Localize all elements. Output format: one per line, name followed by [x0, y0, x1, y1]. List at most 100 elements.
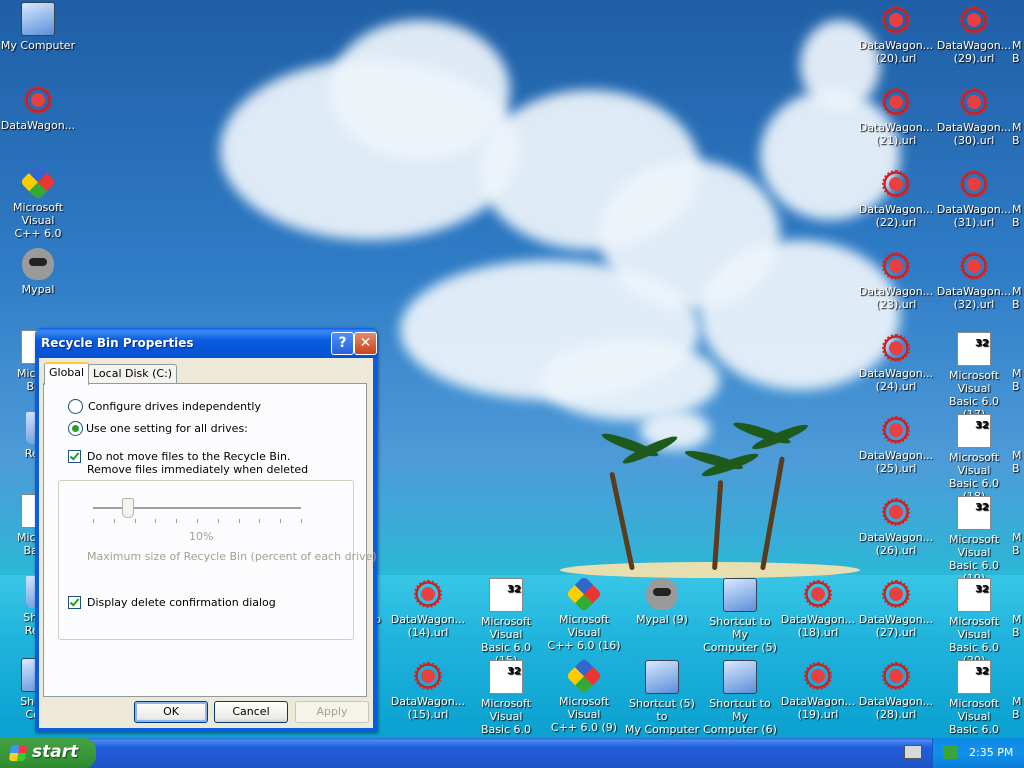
desktop-icon[interactable]: Mypal: [0, 248, 76, 296]
desktop-icon[interactable]: DataWagon... (24).url: [858, 332, 934, 393]
desktop-icon-partial[interactable]: M B: [1012, 121, 1024, 147]
recycle-bin-properties-dialog: Recycle Bin Properties ? ✕ Global Local …: [35, 328, 377, 732]
desktop-icon[interactable]: DataWagon... (15).url: [390, 660, 466, 721]
clock[interactable]: 2:35 PM: [969, 746, 1013, 759]
desktop-icon[interactable]: Microsoft Visual C++ 6.0: [0, 163, 76, 240]
desktop-icon[interactable]: DataWagon... (26).url: [858, 496, 934, 557]
desktop-icon[interactable]: DataWagon... (14).url: [390, 578, 466, 639]
desktop-icon-partial[interactable]: M B: [1012, 613, 1024, 639]
keyboard-language-icon[interactable]: [904, 745, 922, 759]
tab-global[interactable]: Global: [44, 362, 90, 385]
desktop-icon-partial[interactable]: M B: [1012, 285, 1024, 311]
desktop-icon[interactable]: DataWagon... (21).url: [858, 86, 934, 147]
start-button[interactable]: start: [0, 738, 96, 768]
desktop-icon[interactable]: DataWagon... (25).url: [858, 414, 934, 475]
desktop-icon-label: DataWagon... (28).url: [858, 695, 934, 721]
desktop-icon[interactable]: Microsoft Visual Basic 6.0 (20): [936, 578, 1012, 667]
desktop-icon[interactable]: DataWagon... (18).url: [780, 578, 856, 639]
slider-tick: [93, 519, 94, 523]
desktop-icon-partial[interactable]: M B: [1012, 695, 1024, 721]
desktop-icon[interactable]: Mypal (9): [624, 578, 700, 626]
desktop-icon-partial[interactable]: M B: [1012, 39, 1024, 65]
recycle-bin-size-slider-thumb[interactable]: [121, 498, 134, 518]
desktop-icon[interactable]: Microsoft Visual Basic 6.0 (16): [468, 660, 544, 749]
desktop-icon-label: M B: [1012, 613, 1022, 639]
visual-basic-icon: [957, 578, 991, 612]
radio-one-setting[interactable]: [68, 421, 83, 436]
desktop-icon[interactable]: Shortcut to My Computer (5): [702, 578, 778, 654]
slider-tick: [176, 519, 178, 523]
desktop-icon[interactable]: Microsoft Visual C++ 6.0 (9): [546, 657, 622, 734]
desktop-icon-partial[interactable]: M B: [1012, 449, 1024, 475]
desktop-icon[interactable]: Microsoft Visual Basic 6.0 (17): [936, 332, 1012, 421]
datawagon-icon: [958, 86, 990, 118]
datawagon-icon: [880, 168, 912, 200]
desktop-icon-label: DataWagon... (15).url: [390, 695, 466, 721]
network-icon[interactable]: [943, 745, 957, 759]
visual-basic-icon: [489, 660, 523, 694]
desktop-icon[interactable]: DataWagon... (22).url: [858, 168, 934, 229]
datawagon-icon: [880, 414, 912, 446]
desktop-icon-label: M B: [1012, 285, 1022, 311]
help-icon: ?: [338, 335, 347, 351]
desktop-icon-partial[interactable]: M B: [1012, 367, 1024, 393]
ok-button[interactable]: OK: [134, 701, 208, 723]
datawagon-icon: [880, 250, 912, 282]
close-button[interactable]: ✕: [354, 332, 377, 355]
slider-caption: Maximum size of Recycle Bin (percent of …: [87, 550, 377, 563]
desktop-icon[interactable]: DataWagon...: [0, 84, 76, 132]
desktop-icon[interactable]: Shortcut to My Computer (6): [702, 660, 778, 736]
visual-cpp-icon: [565, 657, 603, 695]
mypal-icon: [646, 578, 678, 610]
datawagon-icon: [880, 578, 912, 610]
windows-logo-icon: [8, 745, 28, 761]
desktop-icon[interactable]: DataWagon... (31).url: [936, 168, 1012, 229]
desktop-icon[interactable]: DataWagon... (32).url: [936, 250, 1012, 311]
desktop-icon[interactable]: DataWagon... (30).url: [936, 86, 1012, 147]
desktop-icon-label: M B: [1012, 367, 1022, 393]
desktop-icon[interactable]: DataWagon... (19).url: [780, 660, 856, 721]
datawagon-icon: [880, 4, 912, 36]
desktop-icon[interactable]: DataWagon... (27).url: [858, 578, 934, 639]
desktop-icon-label: DataWagon... (19).url: [780, 695, 856, 721]
cancel-button[interactable]: Cancel: [214, 701, 288, 723]
apply-button[interactable]: Apply: [295, 701, 369, 723]
desktop-icon-partial[interactable]: M B: [1012, 203, 1024, 229]
slider-tick: [113, 519, 115, 523]
desktop-icon[interactable]: Microsoft Visual Basic 6.0 (15): [468, 578, 544, 667]
desktop-icon[interactable]: My Computer: [0, 2, 76, 52]
desktop-icon[interactable]: Microsoft Visual Basic 6.0 (19): [936, 496, 1012, 585]
dialog-titlebar[interactable]: Recycle Bin Properties ? ✕: [35, 328, 377, 358]
start-label: start: [32, 742, 79, 762]
desktop-icon[interactable]: Microsoft Visual Basic 6.0 (18): [936, 414, 1012, 503]
checkbox-do-not-move-label-1: Do not move files to the Recycle Bin.: [87, 450, 291, 463]
datawagon-icon: [802, 578, 834, 610]
datawagon-icon: [880, 332, 912, 364]
tab-local-disk[interactable]: Local Disk (C:): [88, 364, 178, 383]
desktop-icon[interactable]: DataWagon... (20).url: [858, 4, 934, 65]
my-computer-icon: [645, 660, 679, 694]
checkbox-do-not-move[interactable]: [68, 450, 81, 463]
desktop-icon[interactable]: Microsoft Visual C++ 6.0 (16): [546, 575, 622, 652]
desktop-icon[interactable]: DataWagon... (23).url: [858, 250, 934, 311]
datawagon-icon: [412, 578, 444, 610]
desktop-icon[interactable]: DataWagon... (29).url: [936, 4, 1012, 65]
desktop-icon-label: M B: [1012, 531, 1022, 557]
slider-tick: [155, 519, 157, 523]
desktop-icon-label: Mypal (9): [636, 613, 688, 626]
desktop-icon[interactable]: Microsoft Visual Basic 6.0 (21): [936, 660, 1012, 749]
help-button[interactable]: ?: [331, 332, 354, 355]
desktop-icon-label: DataWagon... (32).url: [936, 285, 1012, 311]
desktop-icon[interactable]: DataWagon... (28).url: [858, 660, 934, 721]
desktop-icon-partial[interactable]: M B: [1012, 531, 1024, 557]
desktop-icon-label: Mypal: [21, 283, 55, 296]
checkbox-delete-confirmation[interactable]: [68, 596, 81, 609]
desktop-icon-label: Microsoft Visual C++ 6.0 (16): [547, 613, 621, 652]
desktop-icon-label: DataWagon... (20).url: [858, 39, 934, 65]
radio-configure-independently[interactable]: [68, 399, 83, 414]
my-computer-icon: [723, 660, 757, 694]
datawagon-icon: [22, 84, 54, 116]
my-computer-icon: [723, 578, 757, 612]
desktop-icon[interactable]: Shortcut (5) to My Computer: [624, 660, 700, 736]
datawagon-icon: [880, 660, 912, 692]
